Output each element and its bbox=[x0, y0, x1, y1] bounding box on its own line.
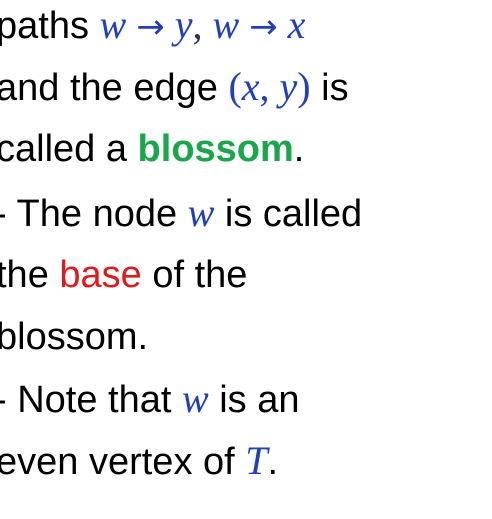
line-node-w: - The node w is called bbox=[0, 190, 362, 237]
text-paths: paths bbox=[0, 5, 100, 47]
text-blossom: blossom. bbox=[0, 316, 149, 358]
line-called-blossom: called a blossom. bbox=[0, 126, 304, 172]
text-is-called: is called bbox=[214, 193, 363, 235]
math-comma: , bbox=[259, 64, 270, 109]
math-w: w bbox=[181, 376, 209, 421]
math-w: w bbox=[187, 190, 215, 235]
slide-text-block: paths w → y, w → x and the edge (x, y) i… bbox=[0, 0, 492, 519]
text-period: . bbox=[267, 441, 279, 483]
math-w-to-y: w → y bbox=[100, 2, 193, 47]
math-edge-xy: (x, y) bbox=[228, 64, 310, 109]
math-w: w bbox=[212, 2, 240, 47]
text-the-node: - The node bbox=[0, 193, 188, 235]
line-blossom: blossom. bbox=[0, 314, 148, 360]
line-edge: and the edge (x, y) is bbox=[0, 64, 349, 111]
text-even-vertex-of: even vertex of bbox=[0, 441, 246, 483]
math-x: x bbox=[241, 64, 260, 109]
text-is: is bbox=[310, 67, 349, 109]
math-arrow: → bbox=[249, 7, 278, 47]
math-w-to-x: w → x bbox=[202, 2, 305, 47]
text-the: the bbox=[0, 254, 60, 296]
text-note-that: - Note that bbox=[0, 379, 182, 421]
math-y: y bbox=[279, 64, 298, 109]
term-blossom: blossom bbox=[137, 128, 294, 170]
math-T: T bbox=[245, 438, 268, 483]
math-open-paren: ( bbox=[228, 64, 242, 109]
math-w: w bbox=[99, 2, 127, 47]
math-arrow: → bbox=[136, 7, 165, 47]
math-close-paren: ) bbox=[297, 64, 311, 109]
text-period: . bbox=[293, 128, 305, 170]
line-paths: paths w → y, w → x bbox=[0, 2, 305, 50]
math-y: y bbox=[174, 2, 193, 47]
math-comma: , bbox=[192, 2, 203, 47]
term-base: base bbox=[59, 254, 142, 296]
math-x: x bbox=[287, 2, 306, 47]
text-and-the-edge: and the edge bbox=[0, 67, 229, 109]
line-even-vertex: even vertex of T. bbox=[0, 438, 278, 485]
line-note: - Note that w is an bbox=[0, 376, 300, 423]
text-is-an: is an bbox=[208, 379, 300, 421]
line-base: the base of the bbox=[0, 252, 247, 298]
text-called-a: called a bbox=[0, 128, 138, 170]
text-of-the: of the bbox=[141, 254, 248, 296]
